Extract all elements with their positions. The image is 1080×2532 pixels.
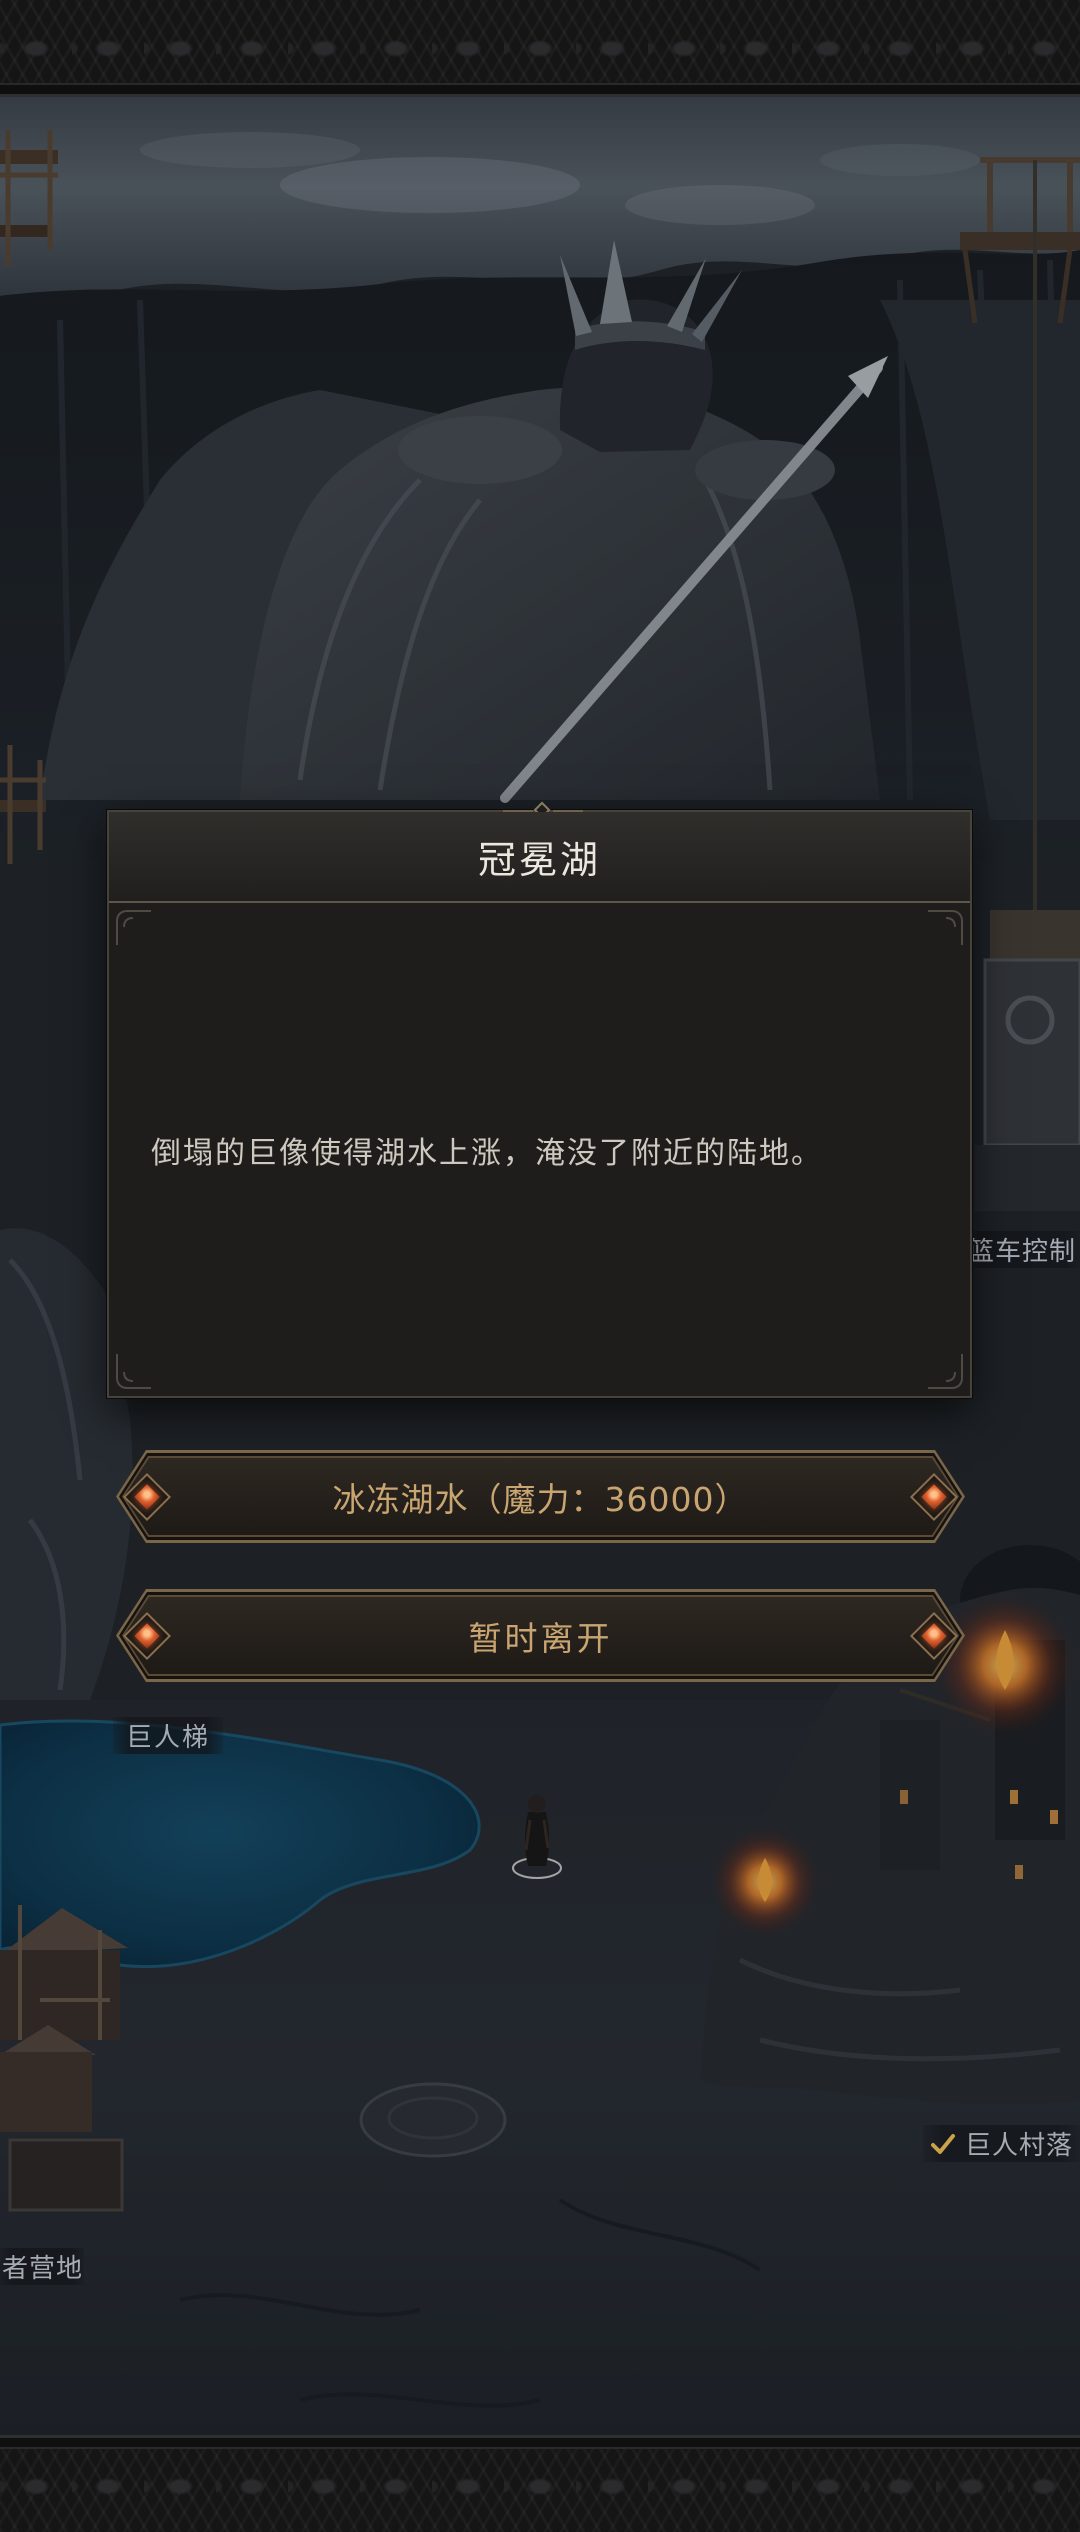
dialog-body: 倒塌的巨像使得湖水上涨，淹没了附近的陆地。 [109,903,970,1396]
map-label-giant-ladder[interactable]: 巨人梯 [113,1717,223,1754]
dialog-title: 冠冕湖 [477,838,601,882]
map-label-camp[interactable]: 者营地 [0,2248,84,2285]
button-face: 暂时离开 [124,1597,957,1674]
button-face: 冰冻湖水（魔力：36000） [124,1458,957,1535]
map-label-cart-control[interactable]: 篮车控制 [966,1231,1080,1268]
location-dialog: 冠冕湖 倒塌的巨像使得湖水上涨，淹没了附近的陆地。 [107,801,972,1398]
bottom-ornate-border [0,2435,1080,2532]
freeze-lake-button[interactable]: 冰冻湖水（魔力：36000） [116,1450,965,1543]
map-label-text: 巨人梯 [125,1723,210,1753]
map-label-text: 者营地 [2,2254,84,2284]
map-label-text: 篮车控制 [968,1237,1077,1267]
dialog-description: 倒塌的巨像使得湖水上涨，淹没了附近的陆地。 [151,1135,823,1171]
game-screen: 篮车控制 巨人梯 巨人村落 者营地 冠冕湖 倒塌的巨像使得湖水上涨，淹没了附近的… [0,0,1080,2532]
leave-button[interactable]: 暂时离开 [116,1589,965,1682]
button-label: 暂时离开 [468,1618,613,1658]
checkmark-icon [931,2133,955,2154]
map-label-text: 巨人村落 [965,2131,1074,2161]
map-label-giant-village[interactable]: 巨人村落 [923,2125,1080,2162]
dialog-title-bar: 冠冕湖 [109,812,970,903]
button-label: 冰冻湖水（魔力：36000） [332,1479,749,1519]
top-ornate-border [0,0,1080,97]
